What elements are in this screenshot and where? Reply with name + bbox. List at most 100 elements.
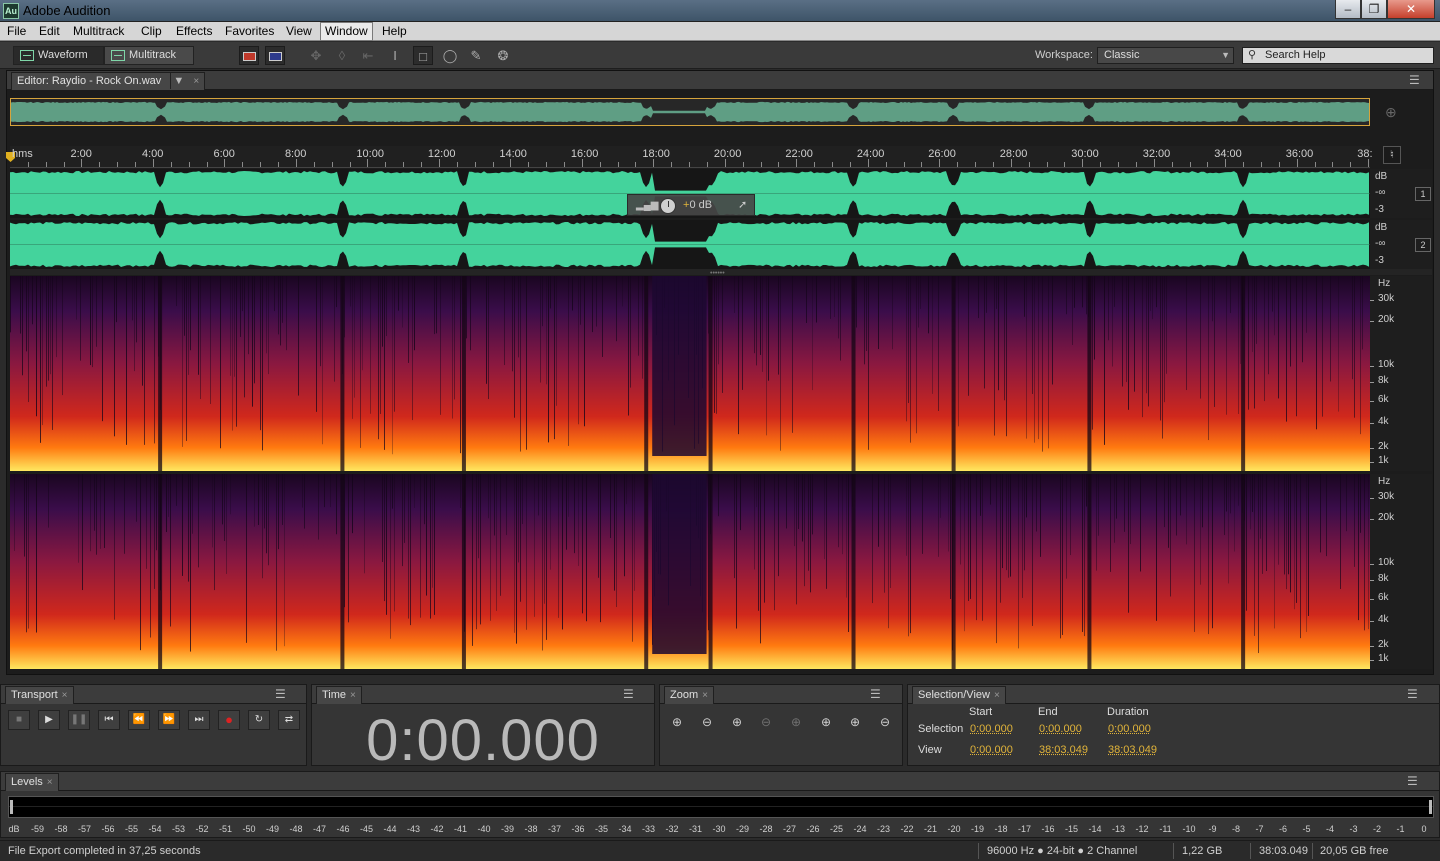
play-button[interactable]: ▶	[38, 710, 60, 730]
spectral-streak	[1226, 474, 1227, 512]
fast-forward-button[interactable]: ⏩	[158, 710, 180, 730]
view-start-value[interactable]: 0:00.000	[970, 744, 1013, 756]
close-tab-icon[interactable]: ×	[350, 690, 356, 701]
zoom-in-time-icon[interactable]: ⊕	[726, 713, 748, 731]
selection-view-tab[interactable]: Selection/View ×	[912, 686, 1006, 704]
zoom-out-full-icon[interactable]: ⊖	[755, 713, 777, 731]
pause-button[interactable]: ❚❚	[68, 710, 90, 730]
view-end-value[interactable]: 38:03.049	[1039, 744, 1088, 756]
panel-menu-icon[interactable]: ☰	[623, 687, 634, 701]
spectral-streak	[1170, 474, 1171, 597]
view-divider[interactable]: ••••••	[10, 269, 1432, 277]
loop-playback-button[interactable]: ↻	[248, 710, 270, 730]
minimize-icon[interactable]: –	[1335, 0, 1361, 19]
move-to-next-button[interactable]: ⏭	[188, 710, 210, 730]
menu-help[interactable]: Help	[378, 22, 411, 41]
panel-menu-icon[interactable]: ☰	[1407, 774, 1418, 788]
selection-end-value[interactable]: 0:00.000	[1039, 723, 1082, 735]
spectral-streak	[1308, 474, 1309, 616]
time-tab[interactable]: Time ×	[316, 686, 362, 704]
selection-start-value[interactable]: 0:00.000	[970, 723, 1013, 735]
ruler-tick-mark	[921, 162, 923, 167]
spectral-display-channel-1[interactable]	[10, 276, 1370, 471]
record-button[interactable]: ●	[218, 710, 240, 730]
levels-tab[interactable]: Levels ×	[5, 773, 59, 791]
spectral-frequency-display-button[interactable]	[239, 46, 259, 65]
panel-menu-icon[interactable]: ☰	[1409, 73, 1420, 87]
panel-menu-icon[interactable]: ☰	[275, 687, 286, 701]
meter-clip-indicator[interactable]	[1429, 800, 1432, 814]
close-tab-icon[interactable]: ×	[47, 777, 53, 788]
zoom-out-amplitude-icon[interactable]: ⊖	[696, 713, 718, 731]
marquee-selection-tool-icon[interactable]: □	[413, 46, 433, 65]
channel-2-button[interactable]: 2	[1415, 238, 1431, 252]
menu-view[interactable]: View	[282, 22, 316, 41]
panel-menu-icon[interactable]: ☰	[1407, 687, 1418, 701]
overview-navigator[interactable]	[10, 98, 1370, 126]
move-tool-icon[interactable]: ✥	[306, 46, 326, 65]
zoom-to-selection-icon[interactable]: ⊕	[785, 713, 807, 731]
maximize-icon[interactable]: ❐	[1361, 0, 1387, 19]
spectral-streak	[1272, 276, 1273, 312]
time-display[interactable]: 0:00.000	[312, 707, 654, 774]
menu-edit[interactable]: Edit	[35, 22, 64, 41]
selection-duration-value[interactable]: 0:00.000	[1108, 723, 1151, 735]
slip-tool-icon[interactable]: ⇤	[358, 46, 378, 65]
spot-healing-brush-tool-icon[interactable]: ❂	[493, 46, 513, 65]
menu-multitrack[interactable]: Multitrack	[69, 22, 128, 41]
close-tab-icon[interactable]: ×	[193, 76, 199, 87]
razor-tool-icon[interactable]: ◊	[332, 46, 352, 65]
spectral-streak	[1186, 276, 1187, 391]
zoom-in-right-icon[interactable]: ⊕	[844, 713, 866, 731]
volume-knob-icon[interactable]	[660, 198, 676, 214]
menu-effects[interactable]: Effects	[172, 22, 216, 41]
editor-tab[interactable]: Editor: Raydio - Rock On.wav ▼ ×	[11, 72, 206, 90]
search-help-input[interactable]: ⚲ Search Help	[1242, 47, 1434, 64]
zoom-out-both-icon[interactable]: ⊖	[874, 713, 896, 731]
close-tab-icon[interactable]: ×	[62, 690, 68, 701]
multitrack-mode-button[interactable]: Multitrack	[104, 46, 194, 65]
db-minus3-label: -3	[1375, 255, 1384, 266]
time-selection-tool-icon[interactable]: I	[385, 46, 405, 65]
volume-hud[interactable]: ▂▄▆ +0 dB ➚	[627, 194, 755, 216]
rewind-button[interactable]: ⏪	[128, 710, 150, 730]
pin-icon[interactable]: ➚	[738, 198, 747, 211]
waveform-channel-2[interactable]	[10, 220, 1370, 269]
transport-tab[interactable]: Transport ×	[5, 686, 74, 704]
close-tab-icon[interactable]: ×	[994, 690, 1000, 701]
spectral-display-channel-2[interactable]	[10, 474, 1370, 669]
panel-menu-icon[interactable]: ☰	[870, 687, 881, 701]
zoom-in-left-icon[interactable]: ⊕	[815, 713, 837, 731]
view-duration-value[interactable]: 38:03.049	[1108, 744, 1157, 756]
spectral-streak	[392, 276, 393, 455]
time-ruler[interactable]: hms 2:00 4:00 6:00 8:00 10:00 12:00 14:00 16:00 1…	[6, 146, 1373, 168]
volume-value[interactable]: +0 dB	[683, 199, 712, 211]
spectral-pitch-display-button[interactable]	[265, 46, 285, 65]
menu-clip[interactable]: Clip	[137, 22, 166, 41]
spectral-streak	[1156, 276, 1157, 308]
channel-1-button[interactable]: 1	[1415, 187, 1431, 201]
workspace-select[interactable]: Classic ▼	[1097, 47, 1234, 64]
menu-file[interactable]: File	[3, 22, 30, 41]
zoom-navigator-icon[interactable]: ⊕	[1385, 104, 1397, 121]
level-scale-label: -2	[1372, 824, 1382, 834]
stop-button[interactable]: ■	[8, 710, 30, 730]
spectral-streak	[1000, 474, 1001, 603]
file-dropdown-icon[interactable]: ▼	[170, 73, 186, 89]
paintbrush-selection-tool-icon[interactable]: ✎	[466, 46, 486, 65]
spectral-streak	[1096, 474, 1097, 571]
zoom-in-amplitude-icon[interactable]: ⊕	[666, 713, 688, 731]
ruler-tick-mark	[1135, 162, 1137, 167]
close-icon[interactable]: ✕	[1387, 0, 1435, 19]
waveform-mode-button[interactable]: Waveform	[13, 46, 104, 65]
lasso-selection-tool-icon[interactable]: ◯	[440, 46, 460, 65]
ruler-tick-mark	[313, 162, 315, 167]
skip-selection-button[interactable]: ⇄	[278, 710, 300, 730]
close-tab-icon[interactable]: ×	[702, 690, 708, 701]
spectral-streak	[490, 474, 491, 621]
menu-favorites[interactable]: Favorites	[221, 22, 278, 41]
menu-window[interactable]: Window	[320, 22, 373, 41]
move-to-previous-button[interactable]: ⏮	[98, 710, 120, 730]
zoom-tab[interactable]: Zoom ×	[664, 686, 714, 704]
headphones-icon[interactable]: ♮	[1383, 146, 1401, 164]
